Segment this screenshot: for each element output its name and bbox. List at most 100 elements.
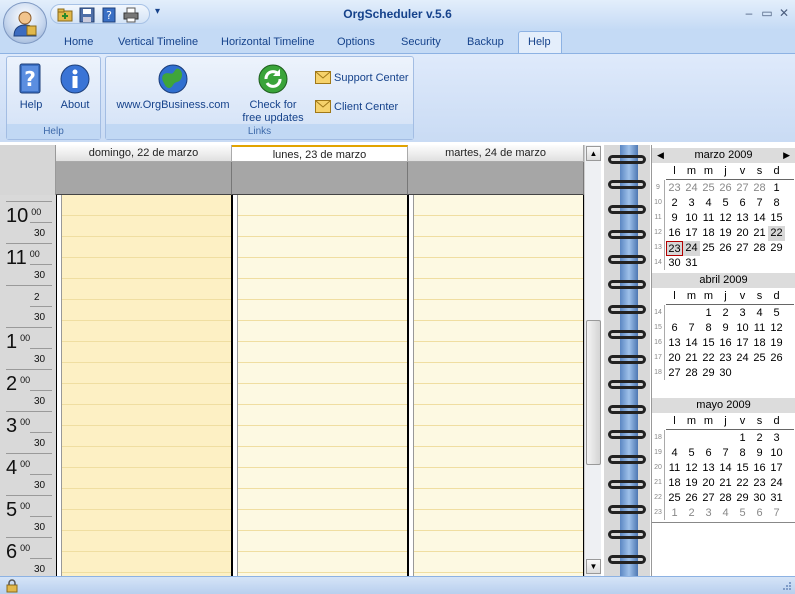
calendar-day-today[interactable]: 23 <box>666 241 683 256</box>
calendar-day[interactable]: 6 <box>734 196 751 211</box>
calendar-day[interactable]: 3 <box>734 306 751 321</box>
app-menu-button[interactable] <box>3 2 47 44</box>
calendar-day[interactable]: 9 <box>717 321 734 336</box>
calendar-day[interactable]: 31 <box>683 256 700 271</box>
calendar-day[interactable]: 13 <box>700 461 717 476</box>
day-header[interactable]: martes, 24 de marzo <box>408 145 584 162</box>
tab-help[interactable]: Help <box>528 36 551 48</box>
restore-icon[interactable]: ▭ <box>760 6 774 20</box>
resize-grip-icon[interactable] <box>780 581 792 593</box>
calendar-day[interactable]: 9 <box>751 446 768 461</box>
calendar-day[interactable]: 10 <box>734 321 751 336</box>
calendar-day[interactable]: 7 <box>768 506 785 521</box>
calendar-day[interactable]: 13 <box>666 336 683 351</box>
minimize-icon[interactable]: – <box>742 6 756 20</box>
website-button[interactable]: www.OrgBusiness.com <box>112 63 234 112</box>
calendar-day[interactable]: 22 <box>700 351 717 366</box>
calendar-day[interactable]: 2 <box>751 431 768 446</box>
calendar-day[interactable]: 27 <box>734 181 751 196</box>
calendar-day[interactable]: 16 <box>751 461 768 476</box>
calendar-day[interactable]: 31 <box>768 491 785 506</box>
calendar-day[interactable]: 14 <box>751 211 768 226</box>
calendar-day[interactable]: 10 <box>683 211 700 226</box>
calendar-day[interactable]: 28 <box>751 181 768 196</box>
calendar-day[interactable]: 19 <box>683 476 700 491</box>
calendar-day[interactable]: 26 <box>683 491 700 506</box>
calendar-day[interactable]: 21 <box>751 226 768 241</box>
calendar-day[interactable]: 30 <box>666 256 683 271</box>
calendar-day[interactable]: 6 <box>751 506 768 521</box>
new-folder-icon[interactable] <box>57 7 73 23</box>
day-header[interactable]: domingo, 22 de marzo <box>56 145 232 162</box>
tab-backup[interactable]: Backup <box>467 36 504 48</box>
calendar-day[interactable]: 25 <box>700 181 717 196</box>
calendar-day[interactable]: 23 <box>666 181 683 196</box>
calendar-day[interactable]: 2 <box>666 196 683 211</box>
print-icon[interactable] <box>123 7 139 23</box>
calendar-day[interactable]: 16 <box>717 336 734 351</box>
calendar-day[interactable]: 18 <box>751 336 768 351</box>
calendar-day[interactable]: 27 <box>666 366 683 381</box>
calendar-day[interactable]: 11 <box>700 211 717 226</box>
day-column[interactable] <box>232 195 408 576</box>
calendar-day[interactable]: 26 <box>717 181 734 196</box>
calendar-day[interactable]: 27 <box>734 241 751 256</box>
calendar-day[interactable]: 6 <box>666 321 683 336</box>
calendar-day[interactable]: 24 <box>683 241 700 256</box>
calendar-day[interactable]: 27 <box>700 491 717 506</box>
calendar-day[interactable]: 28 <box>717 491 734 506</box>
help-button[interactable]: ? Help <box>11 63 51 112</box>
tab-options[interactable]: Options <box>337 36 375 48</box>
day-header-selected[interactable]: lunes, 23 de marzo <box>232 145 408 162</box>
tab-horizontal-timeline[interactable]: Horizontal Timeline <box>221 36 315 48</box>
all-day-area[interactable] <box>232 162 408 195</box>
notes-box[interactable] <box>652 522 795 576</box>
calendar-day[interactable]: 7 <box>683 321 700 336</box>
calendar-day[interactable]: 21 <box>683 351 700 366</box>
calendar-day[interactable]: 15 <box>734 461 751 476</box>
calendar-day[interactable]: 22 <box>734 476 751 491</box>
calendar-day[interactable]: 21 <box>717 476 734 491</box>
day-column[interactable] <box>56 195 232 576</box>
calendar-day[interactable]: 18 <box>700 226 717 241</box>
calendar-day[interactable]: 17 <box>683 226 700 241</box>
calendar-day[interactable]: 11 <box>751 321 768 336</box>
calendar-day[interactable]: 17 <box>768 461 785 476</box>
calendar-day[interactable]: 15 <box>768 211 785 226</box>
calendar-day[interactable]: 15 <box>700 336 717 351</box>
calendar-day[interactable]: 16 <box>666 226 683 241</box>
calendar-day[interactable]: 2 <box>683 506 700 521</box>
calendar-day[interactable]: 30 <box>717 366 734 381</box>
close-icon[interactable]: ✕ <box>777 6 791 20</box>
calendar-day[interactable]: 26 <box>768 351 785 366</box>
calendar-day[interactable]: 1 <box>768 181 785 196</box>
calendar-day[interactable]: 29 <box>734 491 751 506</box>
all-day-area[interactable] <box>408 162 584 195</box>
calendar-day[interactable]: 19 <box>717 226 734 241</box>
calendar-day[interactable]: 24 <box>734 351 751 366</box>
calendar-day[interactable]: 3 <box>683 196 700 211</box>
calendar-day[interactable]: 1 <box>700 306 717 321</box>
lock-icon[interactable] <box>6 579 18 593</box>
calendar-day[interactable]: 5 <box>683 446 700 461</box>
calendar-day[interactable]: 20 <box>700 476 717 491</box>
calendar-day[interactable]: 4 <box>717 506 734 521</box>
customize-toolbar-chevron-icon[interactable]: ▾ <box>155 6 160 17</box>
calendar-day[interactable]: 8 <box>700 321 717 336</box>
next-month-icon[interactable]: ▶ <box>783 148 790 163</box>
calendar-day[interactable]: 10 <box>768 446 785 461</box>
calendar-day[interactable]: 5 <box>734 506 751 521</box>
calendar-day[interactable]: 1 <box>666 506 683 521</box>
calendar-day[interactable]: 3 <box>768 431 785 446</box>
calendar-day[interactable]: 19 <box>768 336 785 351</box>
calendar-day[interactable]: 18 <box>666 476 683 491</box>
calendar-day[interactable]: 6 <box>700 446 717 461</box>
calendar-day[interactable]: 4 <box>700 196 717 211</box>
calendar-day[interactable]: 12 <box>768 321 785 336</box>
calendar-day[interactable]: 25 <box>666 491 683 506</box>
calendar-day[interactable]: 20 <box>666 351 683 366</box>
calendar-day[interactable]: 30 <box>751 491 768 506</box>
support-center-button[interactable]: Support Center <box>315 71 409 84</box>
calendar-day[interactable]: 8 <box>768 196 785 211</box>
calendar-day[interactable]: 24 <box>768 476 785 491</box>
